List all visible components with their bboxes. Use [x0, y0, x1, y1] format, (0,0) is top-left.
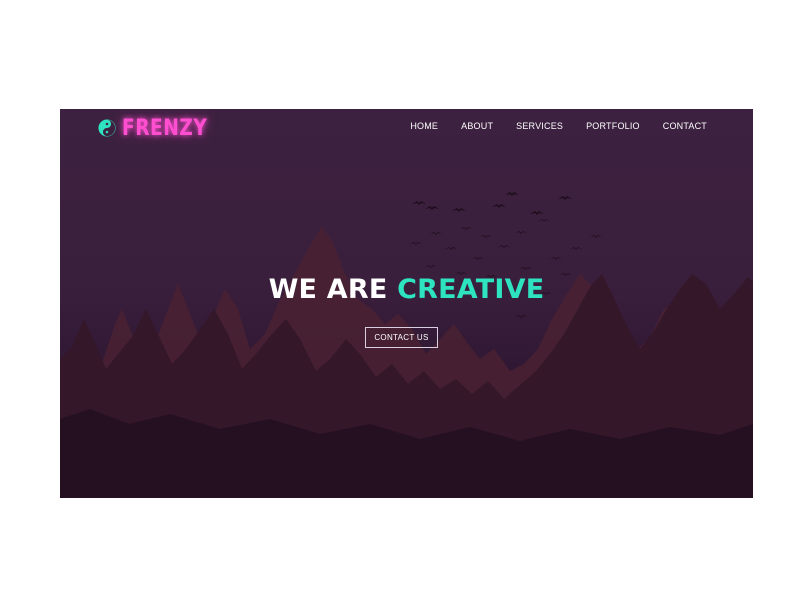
nav-item-contact[interactable]: CONTACT: [663, 121, 707, 131]
contact-us-button[interactable]: CONTACT US: [365, 327, 438, 348]
nav-item-services[interactable]: SERVICES: [516, 121, 563, 131]
brand-logo[interactable]: FRENZY: [98, 113, 222, 143]
brand-name: FRENZY: [122, 115, 208, 141]
headline-part-1: WE ARE: [268, 274, 388, 305]
nav-item-about[interactable]: ABOUT: [461, 121, 493, 131]
nav-item-home[interactable]: HOME: [410, 121, 438, 131]
main-nav: HOME ABOUT SERVICES PORTFOLIO CONTACT: [387, 121, 707, 131]
hero-headline: WE ARE CREATIVE: [60, 274, 753, 305]
page: FRENZY HOME ABOUT SERVICES PORTFOLIO CON…: [0, 0, 800, 600]
headline-part-2: CREATIVE: [397, 274, 545, 305]
yin-yang-icon: [98, 119, 116, 137]
nav-item-portfolio[interactable]: PORTFOLIO: [586, 121, 640, 131]
hero-banner: FRENZY HOME ABOUT SERVICES PORTFOLIO CON…: [60, 109, 753, 498]
